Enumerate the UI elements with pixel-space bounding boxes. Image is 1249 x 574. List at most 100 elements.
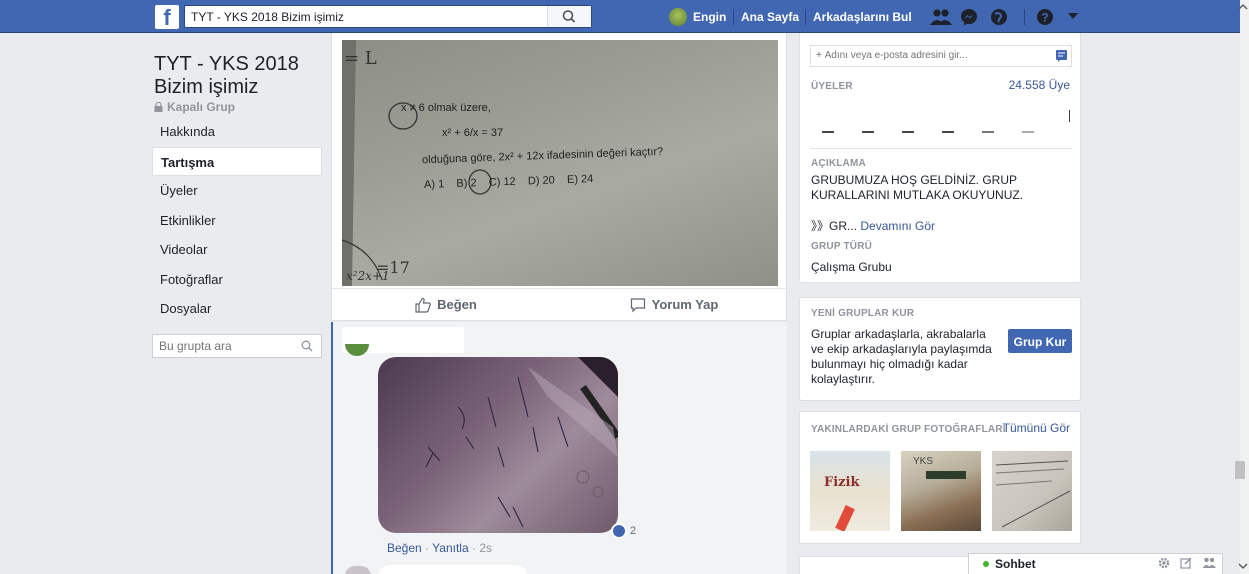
lock-icon: [154, 102, 163, 112]
friend-requests-icon[interactable]: [930, 8, 952, 26]
like-label: Beğen: [437, 297, 477, 312]
see-all-link[interactable]: Tümünü Gör: [1003, 421, 1070, 435]
member-avatars-row: [822, 131, 1034, 133]
nav-item-videos[interactable]: Videolar: [152, 235, 322, 265]
divider: [810, 148, 1072, 149]
page-scrollbar-thumb[interactable]: [1235, 461, 1245, 479]
create-group-heading: YENİ GRUPLAR KUR: [811, 308, 915, 319]
chat-bar[interactable]: Sohbet: [968, 553, 1223, 574]
group-search: [152, 334, 322, 358]
question-line-2: x² + 6/x = 37: [442, 127, 504, 139]
comment-reply-link[interactable]: Yanıtla: [432, 541, 468, 555]
see-more-link[interactable]: Devamını Gör: [860, 219, 935, 233]
add-member-input[interactable]: [824, 50, 1045, 61]
scroll-down-arrow-icon[interactable]: [1238, 562, 1248, 570]
description-more-prefix: 》》GR...: [811, 219, 858, 233]
user-name: Engin: [693, 10, 727, 24]
page-scrollbar[interactable]: [1240, 0, 1249, 574]
account-menu-chevron-down-icon[interactable]: [1068, 12, 1078, 20]
next-comment-bubble: [378, 565, 528, 574]
photo-1-title: Fizik: [824, 475, 860, 490]
notifications-globe-icon[interactable]: [990, 8, 1008, 26]
group-privacy-label: Kapalı Grup: [167, 100, 236, 114]
add-member-field[interactable]: +: [810, 45, 1072, 67]
description-more: 》》GR... Devamını Gör: [811, 219, 935, 234]
group-title[interactable]: TYT - YKS 2018 Bizim işimiz: [154, 53, 314, 99]
dot-separator: ·: [425, 541, 430, 555]
like-button[interactable]: Beğen: [332, 289, 560, 320]
user-avatar: [669, 8, 687, 26]
top-navigation-bar: f Engin Ana Sayfa Arkadaşlarını Bul ?: [0, 0, 1240, 33]
post-actions: Beğen Yorum Yap: [332, 288, 788, 320]
facebook-logo-icon[interactable]: f: [155, 5, 179, 29]
members-label[interactable]: ÜYELER: [811, 81, 853, 92]
nearby-photo-1[interactable]: Fizik: [810, 451, 890, 531]
create-group-text: Gruplar arkadaşlarla, akrabalarla ve eki…: [811, 327, 992, 386]
comment-actions: Beğen · Yanıtla · 2s: [387, 541, 492, 555]
next-commenter-avatar[interactable]: [345, 566, 371, 574]
group-privacy: Kapalı Grup: [154, 100, 235, 114]
nav-item-files[interactable]: Dosyalar: [152, 294, 322, 324]
group-type-label: GRUP TÜRÜ: [811, 241, 873, 252]
member-avatar[interactable]: [942, 131, 954, 133]
group-type-value: Çalışma Grubu: [811, 260, 892, 274]
nearby-photos-card: YAKINLARDAKİ GRUP FOTOĞRAFLARI Tümünü Gö…: [799, 411, 1081, 544]
nav-item-discussion[interactable]: Tartışma: [152, 146, 322, 176]
chat-controls: [1158, 557, 1216, 569]
svg-text:=17: =17: [376, 258, 410, 277]
group-chat-icon[interactable]: [1202, 557, 1216, 569]
discussion-feed: x²2x+1 =17 = L x ≠ 6 olmak üzere, x² + 6…: [331, 33, 788, 574]
question-line-1: x ≠ 6 olmak üzere,: [401, 102, 491, 114]
member-avatar[interactable]: [822, 131, 834, 133]
help-icon[interactable]: ?: [1036, 8, 1054, 26]
member-avatar[interactable]: [1022, 131, 1034, 133]
description-label: AÇIKLAMA: [811, 158, 866, 169]
profile-link[interactable]: Engin: [669, 8, 726, 26]
comment-icon: [630, 297, 645, 312]
reaction-count: 2: [630, 525, 637, 537]
create-group-card: YENİ GRUPLAR KUR Gruplar arkadaşlarla, a…: [799, 297, 1081, 401]
home-link[interactable]: Ana Sayfa: [741, 10, 799, 24]
member-avatar[interactable]: [982, 131, 994, 133]
group-info-card: + ÜYELER 24.558 Üye AÇIKLAMA GRUBUMUZA H…: [799, 33, 1081, 283]
nav-item-members[interactable]: Üyeler: [152, 176, 322, 206]
nearby-photo-2[interactable]: YKS: [901, 451, 981, 531]
nearby-photo-3[interactable]: [992, 451, 1072, 531]
member-avatar[interactable]: [862, 131, 874, 133]
member-list-icon[interactable]: [1056, 50, 1067, 62]
post-photo[interactable]: x²2x+1 =17 = L x ≠ 6 olmak üzere, x² + 6…: [342, 40, 778, 286]
comment-label: Yorum Yap: [651, 297, 719, 312]
members-count[interactable]: 24.558 Üye: [1009, 78, 1070, 92]
members-scroll-marker: [1069, 110, 1070, 122]
gear-icon[interactable]: [1158, 557, 1170, 569]
commenter-avatar[interactable]: [345, 344, 369, 356]
messenger-icon[interactable]: [960, 8, 978, 26]
group-description: GRUBUMUZA HOŞ GELDİNİZ. GRUP KURALLARINI…: [811, 173, 1024, 202]
group-search-input[interactable]: [153, 335, 293, 357]
like-reaction-icon: [611, 523, 627, 539]
new-message-icon[interactable]: [1180, 557, 1192, 569]
create-group-button[interactable]: Grup Kur: [1008, 329, 1072, 353]
svg-text:?: ?: [1041, 11, 1048, 25]
find-friends-link[interactable]: Arkadaşlarını Bul: [813, 10, 912, 24]
global-search-input[interactable]: [185, 6, 545, 27]
dot-separator: ·: [471, 541, 476, 555]
scroll-up-arrow-icon[interactable]: [1238, 3, 1248, 11]
comment-timestamp[interactable]: 2s: [479, 541, 492, 555]
nav-item-about[interactable]: Hakkında: [152, 117, 322, 147]
search-icon[interactable]: [301, 340, 313, 352]
post-card: x²2x+1 =17 = L x ≠ 6 olmak üzere, x² + 6…: [331, 33, 788, 321]
nav-item-events[interactable]: Etkinlikler: [152, 206, 322, 236]
comment-button[interactable]: Yorum Yap: [560, 289, 788, 320]
comments-section: 2 Beğen · Yanıtla · 2s: [331, 322, 787, 574]
add-icon: +: [816, 50, 822, 61]
photo-2-band: [926, 471, 966, 479]
reaction-summary[interactable]: 2: [611, 523, 636, 539]
member-avatar[interactable]: [902, 131, 914, 133]
nav-item-photos[interactable]: Fotoğraflar: [152, 265, 322, 295]
comment-like-link[interactable]: Beğen: [387, 541, 422, 555]
search-button[interactable]: [547, 6, 591, 27]
chat-label: Sohbet: [995, 557, 1036, 571]
comment-photo[interactable]: [378, 357, 618, 533]
group-navigation: Hakkında Tartışma Üyeler Etkinlikler Vid…: [152, 117, 322, 324]
